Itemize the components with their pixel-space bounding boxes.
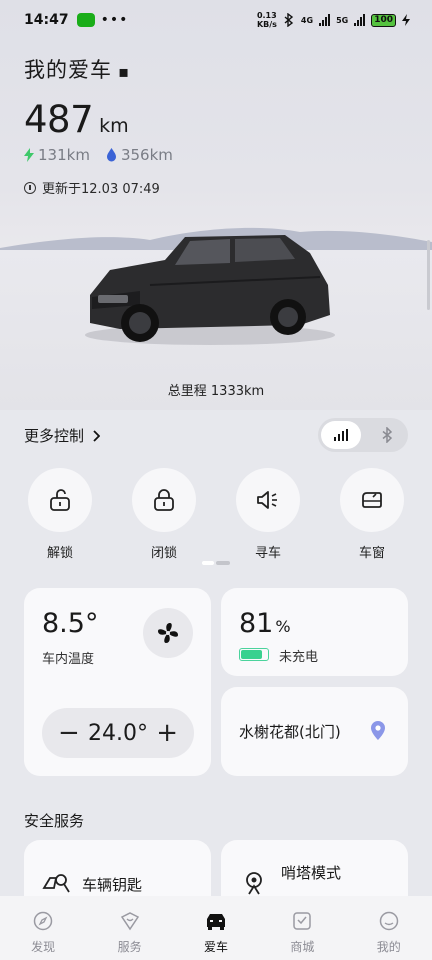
inside-temperature: 8.5° (42, 608, 99, 639)
fan-button[interactable] (143, 608, 193, 658)
cellular-signal-icon (334, 429, 348, 441)
signal-5g-label: 5G (336, 15, 349, 25)
electric-bolt-icon (24, 148, 34, 162)
page-dot (216, 561, 230, 565)
page-title: 我的爱车 ▪ (24, 58, 130, 82)
bluetooth-icon (382, 427, 393, 443)
status-bar: 14:47 ••• 0.13 KB/s 4G 5G 100 (0, 0, 432, 40)
fuel-drop-icon (106, 148, 116, 162)
location-name: 水榭花都(北门) (239, 723, 341, 741)
climate-card[interactable]: 8.5° 车内温度 − 24.0° + (24, 588, 211, 776)
inside-temperature-label: 车内温度 (42, 652, 95, 667)
tab-my-car[interactable]: 爱车 (186, 910, 246, 960)
car-icon (206, 914, 225, 930)
find-car-control[interactable]: 寻车 (228, 468, 308, 561)
find-car-button[interactable] (236, 468, 300, 532)
shop-icon (293, 912, 312, 930)
network-speed: 0.13 KB/s (256, 11, 277, 29)
quick-controls: 解锁 闭锁 寻车 车窗 (0, 468, 432, 561)
page-indicator (202, 561, 230, 566)
battery-soc: 81% (239, 608, 291, 639)
increase-temp-button[interactable]: + (156, 720, 178, 746)
last-updated[interactable]: 更新于12.03 07:49 (24, 178, 160, 197)
signal-5g-icon (354, 14, 366, 26)
total-range-value: 487 (24, 98, 94, 141)
target-temperature: 24.0° (88, 720, 148, 746)
signal-4g-icon (319, 14, 331, 26)
unlock-icon (50, 489, 70, 511)
window-button[interactable] (340, 468, 404, 532)
battery-level-fill (241, 650, 262, 659)
fuel-range: 356km (106, 146, 173, 164)
lock-control[interactable]: 闭锁 (124, 468, 204, 561)
unlock-control[interactable]: 解锁 (20, 468, 100, 561)
bluetooth-mode-button[interactable] (378, 426, 396, 444)
connection-toggle[interactable] (318, 418, 408, 452)
sub-ranges: 131km 356km (24, 146, 173, 164)
odometer: 总里程 1333km (167, 384, 265, 399)
signal-4g-label: 4G (300, 15, 314, 25)
decrease-temp-button[interactable]: − (58, 720, 80, 746)
charging-bolt-icon (402, 14, 410, 26)
charge-card[interactable]: 81% 未充电 (221, 588, 408, 676)
cellular-mode-button[interactable] (321, 421, 361, 449)
status-time: 14:47 (24, 12, 69, 28)
tab-service[interactable]: 服务 (100, 910, 160, 960)
bottom-tab-bar: 发现 服务 爱车 商城 我的 (0, 896, 432, 960)
charge-status: 未充电 (279, 650, 319, 665)
window-icon (362, 492, 382, 508)
lock-icon (154, 489, 174, 511)
key-icon (42, 874, 70, 893)
location-card[interactable]: 水榭花都(北门) (221, 687, 408, 776)
lock-button[interactable] (132, 468, 196, 532)
service-icon (120, 912, 139, 931)
car-image[interactable] (80, 225, 340, 350)
tab-profile[interactable]: 我的 (359, 910, 419, 960)
more-control-link[interactable]: 更多控制 (24, 425, 101, 446)
unlock-button[interactable] (28, 468, 92, 532)
bluetooth-status-icon (284, 13, 294, 27)
safety-section-title: 安全服务 (24, 812, 85, 830)
horn-icon (257, 491, 277, 509)
scroll-indicator (427, 240, 430, 310)
vehicle-key-label: 车辆钥匙 (82, 876, 143, 894)
sentry-mode-label: 哨塔模式 (281, 864, 342, 882)
more-notifications-icon: ••• (100, 12, 129, 28)
electric-range: 131km (24, 146, 90, 164)
window-control[interactable]: 车窗 (332, 468, 412, 561)
battery-level-icon (239, 648, 269, 661)
tab-discover[interactable]: 发现 (13, 910, 73, 960)
sentry-icon (246, 872, 262, 895)
battery-status: 100 (371, 13, 396, 27)
compass-icon (33, 911, 53, 931)
target-temperature-stepper: − 24.0° + (42, 708, 194, 758)
info-icon (24, 181, 36, 194)
profile-icon (379, 911, 398, 931)
tab-shop[interactable]: 商城 (272, 910, 332, 960)
total-range-unit: km (99, 115, 129, 137)
page-dot-active (202, 561, 214, 565)
total-range: 487 km (24, 98, 129, 141)
chevron-right-icon (93, 429, 101, 442)
fan-icon (158, 623, 178, 643)
location-pin-icon (371, 721, 385, 740)
wechat-icon (76, 13, 95, 27)
